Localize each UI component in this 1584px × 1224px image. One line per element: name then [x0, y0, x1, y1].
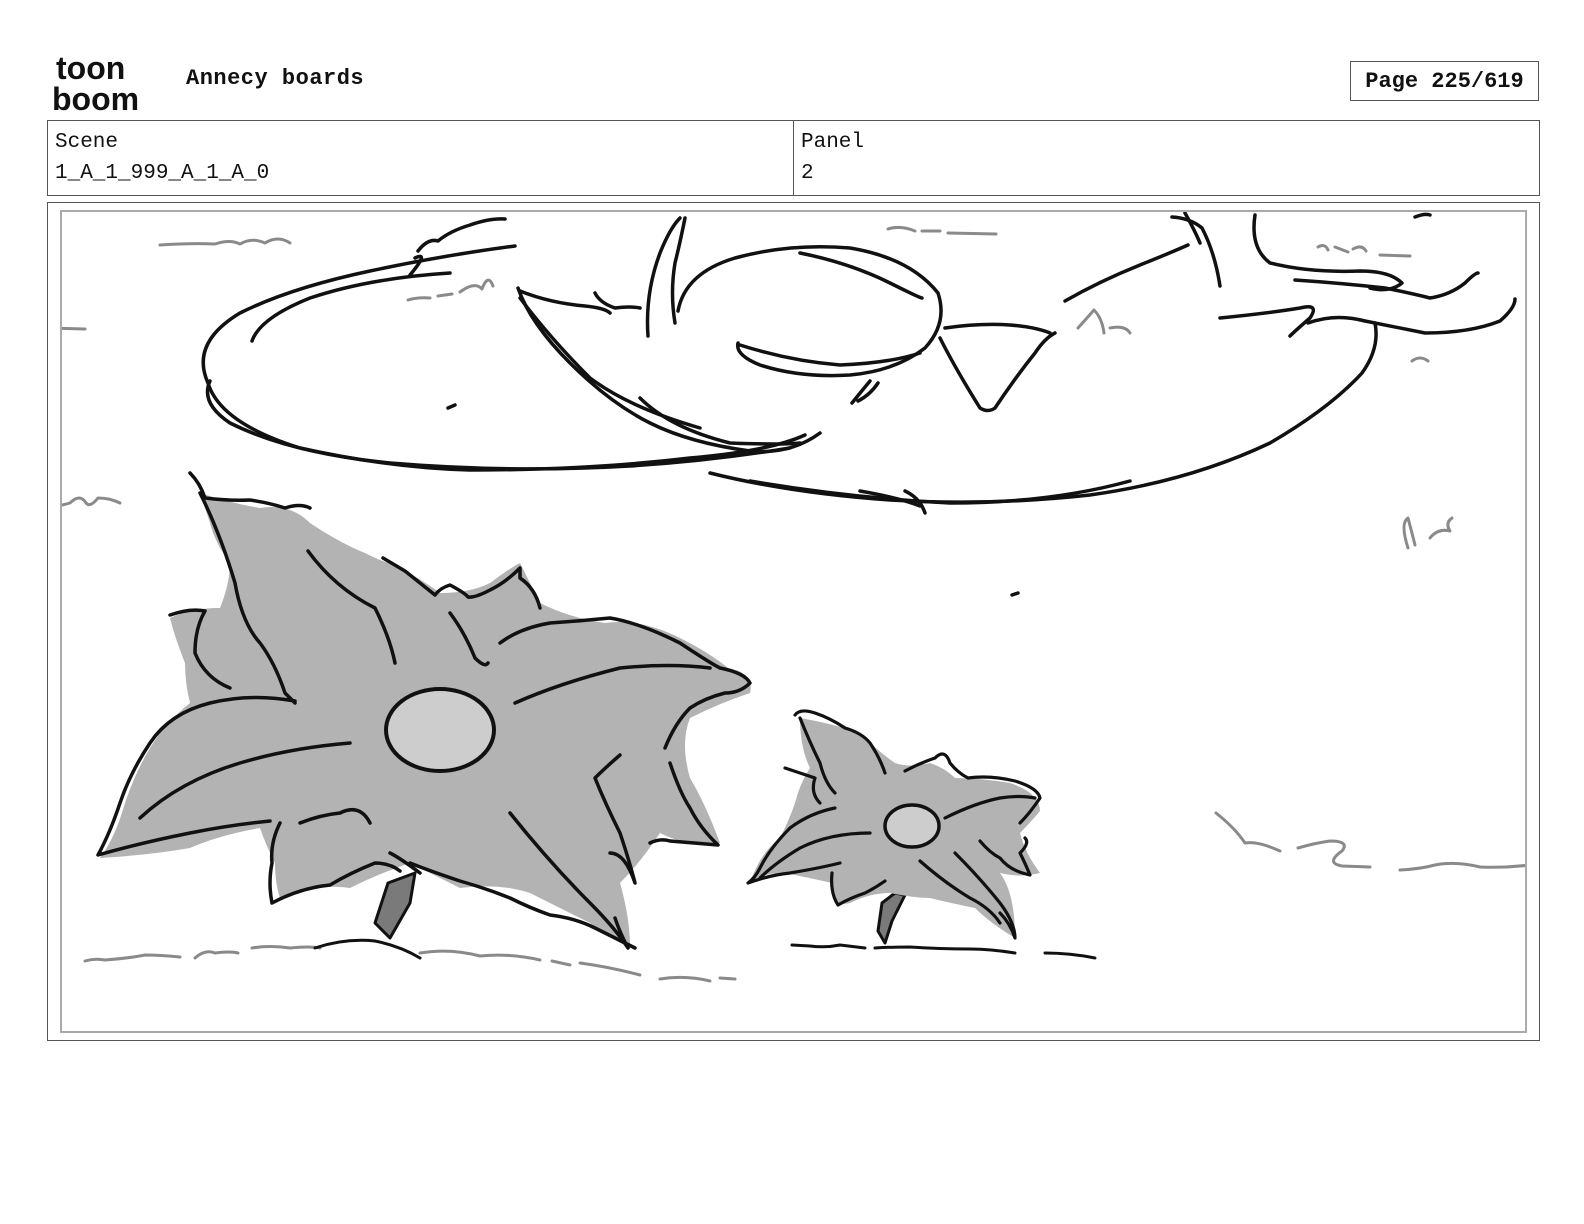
panel-sketch — [62, 212, 1525, 983]
project-title: Annecy boards — [186, 66, 365, 91]
scene-label: Scene — [55, 131, 119, 154]
panel-drawing-area — [60, 210, 1527, 1033]
scene-panel-info: Scene 1_A_1_999_A_1_A_0 Panel 2 — [47, 120, 1540, 196]
panel-label: Panel — [801, 131, 865, 154]
foreground-grass — [313, 938, 1097, 960]
toon-boom-logo: toon boom — [52, 52, 139, 114]
small-flower — [746, 709, 1042, 945]
logo-text-bottom: boom — [52, 81, 139, 114]
large-flower — [96, 471, 752, 950]
creature-body-sketch — [201, 212, 1517, 597]
storyboard-panel — [47, 202, 1540, 1041]
page-number: Page 225/619 — [1350, 61, 1539, 101]
panel-cell: Panel 2 — [793, 121, 1539, 195]
panel-value: 2 — [801, 162, 814, 185]
scene-value: 1_A_1_999_A_1_A_0 — [55, 162, 270, 185]
scene-cell: Scene 1_A_1_999_A_1_A_0 — [48, 121, 793, 195]
